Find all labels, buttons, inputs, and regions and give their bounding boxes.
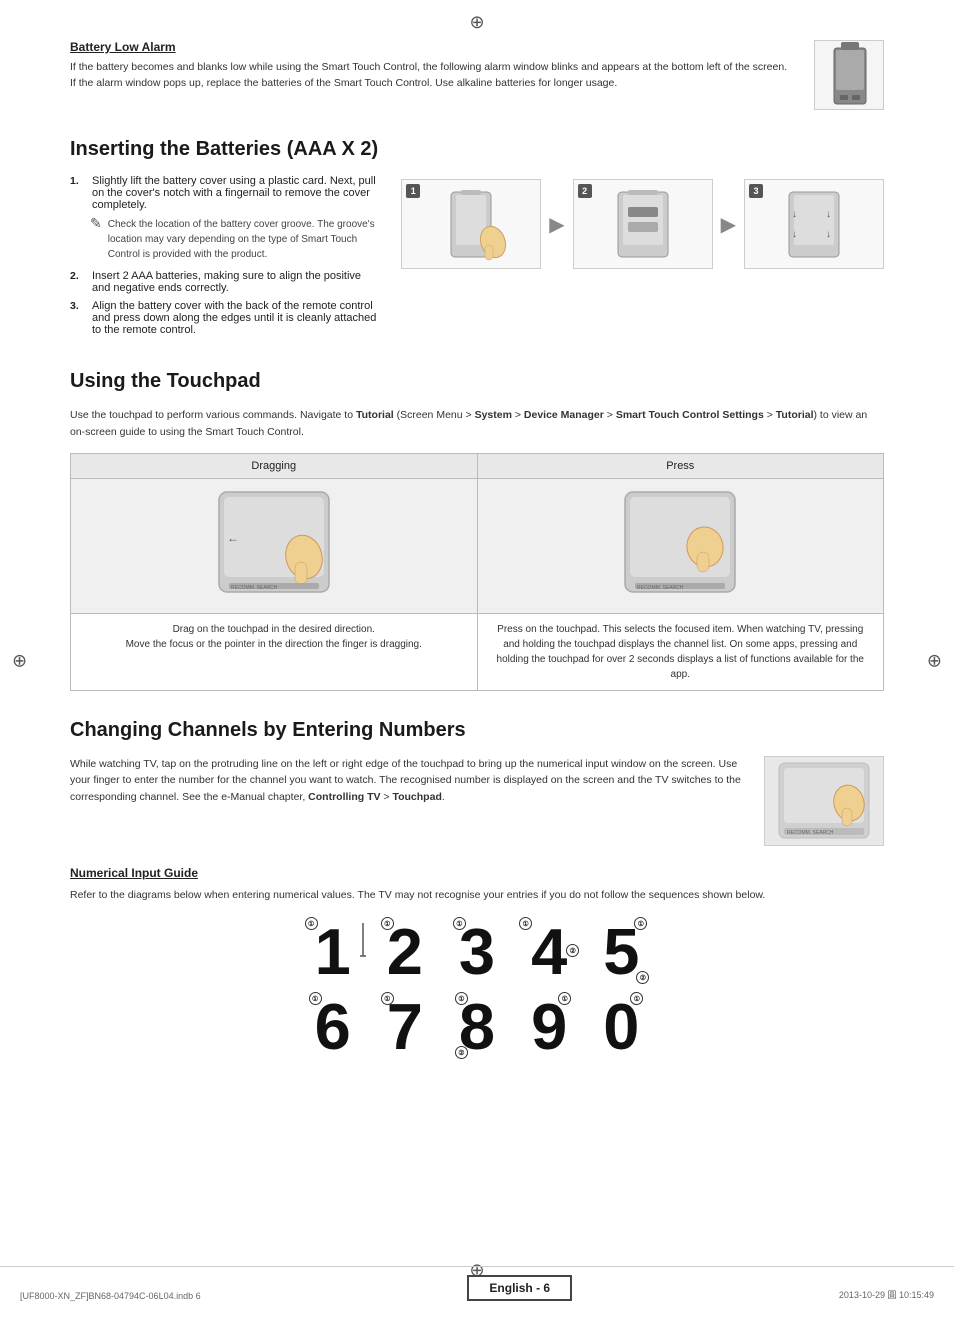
arrow-1-icon: ▶ bbox=[549, 212, 564, 237]
changing-channels-section: Changing Channels by Entering Numbers Wh… bbox=[70, 719, 884, 846]
digit-6-wrapper: ① 6 bbox=[307, 994, 359, 1059]
svg-text:↓: ↓ bbox=[826, 209, 831, 220]
arrow-2-icon: ▶ bbox=[721, 212, 736, 237]
channels-remote-image: RECOMM. SEARCH bbox=[764, 756, 884, 846]
digit-1-stroke-circle: ① bbox=[305, 917, 318, 930]
dragging-diagram-svg: ← RECOMM. SEARCH bbox=[199, 487, 349, 602]
footer-timestamp: 2013-10-29 圓 10:15:49 bbox=[839, 1288, 934, 1301]
dragging-header: Dragging bbox=[71, 453, 478, 478]
press-diagram-svg: RECOMM. SEARCH bbox=[605, 487, 755, 602]
touchpad-intro-text: Use the touchpad to perform various comm… bbox=[70, 407, 884, 441]
battery-diagram-1: 1 bbox=[401, 179, 541, 269]
battery-note-row: ✎ Check the location of the battery cove… bbox=[90, 217, 381, 262]
diagram-1-number: 1 bbox=[406, 184, 420, 198]
digit-4-stroke-circle-2: ② bbox=[566, 944, 579, 957]
channels-text: While watching TV, tap on the protruding… bbox=[70, 756, 744, 806]
using-touchpad-section: Using the Touchpad Use the touchpad to p… bbox=[70, 370, 884, 691]
crosshair-left-icon: ⊕ bbox=[12, 650, 27, 671]
numerical-input-intro: Refer to the diagrams below when enterin… bbox=[70, 888, 884, 904]
battery-diagram-3: 3 ↓ ↓ ↓ ↓ bbox=[744, 179, 884, 269]
battery-note-text: Check the location of the battery cover … bbox=[108, 217, 381, 262]
touchpad-comparison-table: Dragging Press ← bbox=[70, 453, 884, 691]
battery-alarm-title: Battery Low Alarm bbox=[70, 40, 794, 54]
battery-diagram-2: 2 bbox=[573, 179, 713, 269]
battery-alarm-text: Battery Low Alarm If the battery becomes… bbox=[70, 40, 814, 92]
battery-alarm-section: Battery Low Alarm If the battery becomes… bbox=[70, 40, 884, 110]
page-footer: [UF8000-XN_ZF]BN68-04794C-06L04.indb 6 E… bbox=[0, 1266, 954, 1301]
battery-device-svg bbox=[822, 40, 877, 110]
numerical-input-title: Numerical Input Guide bbox=[70, 866, 884, 880]
digits-row-2: ① 6 ① 7 ① ② 8 ① 9 bbox=[307, 994, 648, 1059]
page-number: English - 6 bbox=[467, 1275, 572, 1301]
digit-1-wrapper: ① 1 bbox=[307, 919, 359, 984]
note-pencil-icon: ✎ bbox=[90, 215, 102, 232]
press-header: Press bbox=[477, 453, 884, 478]
dragging-image-cell: ← RECOMM. SEARCH bbox=[71, 478, 478, 613]
digit-9-wrapper: ① 9 bbox=[523, 994, 575, 1059]
svg-text:←: ← bbox=[227, 531, 239, 545]
step-2-row: 2. Insert 2 AAA batteries, making sure t… bbox=[70, 270, 381, 294]
step-1-number: 1. bbox=[70, 175, 84, 187]
crosshair-top-icon: ⊕ bbox=[469, 12, 484, 33]
digit-6-stroke-circle: ① bbox=[309, 992, 322, 1005]
step-2-number: 2. bbox=[70, 270, 84, 282]
channels-remote-svg: RECOMM. SEARCH bbox=[769, 758, 879, 843]
battery-alarm-image bbox=[814, 40, 884, 110]
touchpad-heading: Using the Touchpad bbox=[70, 370, 884, 393]
svg-text:↓: ↓ bbox=[792, 229, 797, 240]
step-1-text: Slightly lift the battery cover using a … bbox=[92, 175, 376, 211]
svg-text:RECOMM. SEARCH: RECOMM. SEARCH bbox=[637, 585, 684, 591]
digit-1-arrow bbox=[357, 921, 369, 964]
svg-text:↓: ↓ bbox=[826, 229, 831, 240]
svg-text:RECOMM. SEARCH: RECOMM. SEARCH bbox=[787, 830, 834, 836]
digits-container: ① 1 ① 2 ① 3 ① bbox=[70, 919, 884, 1059]
digit-4-wrapper: ① ② 4 bbox=[523, 919, 575, 984]
digits-row-1: ① 1 ① 2 ① 3 ① bbox=[307, 919, 648, 984]
crosshair-right-icon: ⊕ bbox=[927, 650, 942, 671]
battery-diagram-2-svg bbox=[593, 187, 693, 262]
channels-body: While watching TV, tap on the protruding… bbox=[70, 756, 884, 846]
inserting-batteries-section: Inserting the Batteries (AAA X 2) 1. Sli… bbox=[70, 138, 884, 342]
step-3-text: Align the battery cover with the back of… bbox=[92, 300, 381, 336]
battery-diagram-1-svg bbox=[421, 187, 521, 262]
svg-text:↓: ↓ bbox=[792, 209, 797, 220]
diagram-3-number: 3 bbox=[749, 184, 763, 198]
footer-filename: [UF8000-XN_ZF]BN68-04794C-06L04.indb 6 bbox=[20, 1291, 201, 1301]
page: ⊕ ⊕ ⊕ Battery Low Alarm If the battery b… bbox=[0, 0, 954, 1321]
channels-heading: Changing Channels by Entering Numbers bbox=[70, 719, 884, 742]
batteries-steps-container: 1. Slightly lift the battery cover using… bbox=[70, 175, 381, 342]
digit-3-wrapper: ① 3 bbox=[451, 919, 503, 984]
step-2-text: Insert 2 AAA batteries, making sure to a… bbox=[92, 270, 381, 294]
digit-5-stroke-circle-2: ② bbox=[636, 971, 649, 984]
step-1-row: 1. Slightly lift the battery cover using… bbox=[70, 175, 381, 211]
press-caption: Press on the touchpad. This selects the … bbox=[477, 613, 884, 690]
digit-2-wrapper: ① 2 bbox=[379, 919, 431, 984]
press-image-cell: RECOMM. SEARCH bbox=[477, 478, 884, 613]
step-3-number: 3. bbox=[70, 300, 84, 312]
digit-8-wrapper: ① ② 8 bbox=[451, 994, 503, 1059]
battery-diagram-3-svg: ↓ ↓ ↓ ↓ bbox=[764, 187, 864, 262]
digit-7-wrapper: ① 7 bbox=[379, 994, 431, 1059]
numerical-input-section: Numerical Input Guide Refer to the diagr… bbox=[70, 866, 884, 1060]
battery-diagrams: 1 ▶ 2 bbox=[401, 179, 884, 269]
digit-0-wrapper: ① 0 bbox=[595, 994, 647, 1059]
batteries-heading: Inserting the Batteries (AAA X 2) bbox=[70, 138, 884, 161]
step-1-content: Slightly lift the battery cover using a … bbox=[92, 175, 381, 211]
step-3-row: 3. Align the battery cover with the back… bbox=[70, 300, 381, 336]
battery-alarm-description: If the battery becomes and blanks low wh… bbox=[70, 60, 794, 92]
diagram-2-number: 2 bbox=[578, 184, 592, 198]
digit-5-wrapper: ① ② 5 bbox=[595, 919, 647, 984]
dragging-caption: Drag on the touchpad in the desired dire… bbox=[71, 613, 478, 690]
svg-text:RECOMM. SEARCH: RECOMM. SEARCH bbox=[231, 585, 278, 591]
